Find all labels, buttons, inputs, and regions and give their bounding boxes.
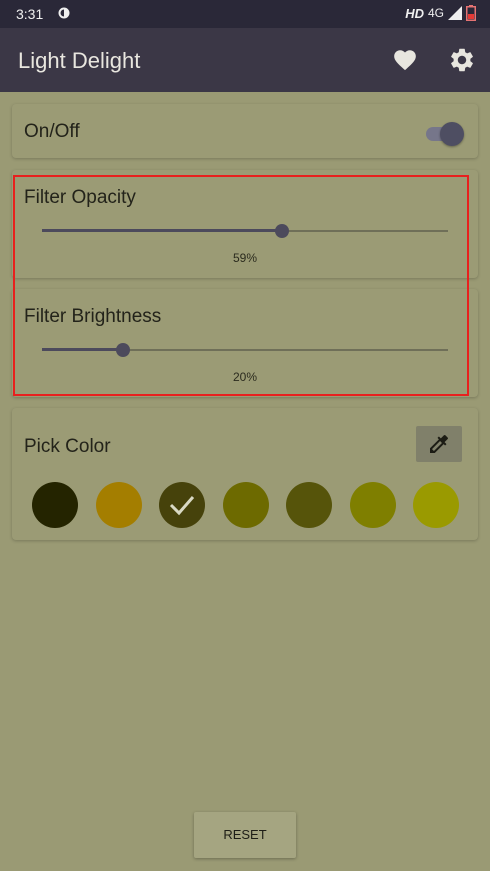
gear-icon[interactable] xyxy=(448,46,476,74)
signal-icon xyxy=(448,6,462,20)
toggle-thumb[interactable] xyxy=(440,122,464,146)
eyedropper-icon xyxy=(430,434,449,453)
reset-button[interactable]: RESET xyxy=(194,812,296,858)
slider-fill xyxy=(42,229,282,232)
slider-fill xyxy=(42,348,124,351)
brightness-icon xyxy=(58,7,70,19)
status-time: 3:31 xyxy=(16,6,44,22)
power-card: On/Off xyxy=(12,104,478,158)
filter-opacity-card: Filter Opacity 59% xyxy=(12,170,478,278)
app-title: Light Delight xyxy=(18,48,141,73)
filter-opacity-value: 59% xyxy=(232,251,258,265)
power-label: On/Off xyxy=(24,121,80,142)
hd-badge: HD xyxy=(405,5,424,21)
check-icon xyxy=(169,496,195,516)
filter-brightness-value: 20% xyxy=(232,370,258,384)
filter-brightness-card: Filter Brightness 20% xyxy=(12,289,478,397)
pick-color-card: Pick Color xyxy=(12,408,478,540)
filter-opacity-slider[interactable] xyxy=(42,223,448,239)
slider-thumb[interactable] xyxy=(116,343,131,357)
color-swatch[interactable] xyxy=(413,482,459,528)
color-swatch[interactable] xyxy=(95,482,142,528)
network-type: 4G xyxy=(427,6,444,20)
color-swatch[interactable] xyxy=(349,482,396,528)
color-swatch[interactable] xyxy=(222,482,269,528)
filter-opacity-label: Filter Opacity xyxy=(24,187,136,208)
color-picker-button[interactable] xyxy=(416,426,462,462)
color-swatches xyxy=(32,482,462,530)
heart-icon[interactable] xyxy=(392,47,418,73)
slider-thumb[interactable] xyxy=(274,224,289,238)
filter-brightness-slider[interactable] xyxy=(42,342,448,358)
color-swatch[interactable] xyxy=(32,482,78,528)
battery-icon xyxy=(466,5,476,21)
status-bar: 3:31 HD 4G xyxy=(0,0,490,28)
pick-color-label: Pick Color xyxy=(24,436,111,457)
app-bar: Light Delight xyxy=(0,28,490,92)
color-swatch[interactable] xyxy=(286,482,332,528)
power-toggle[interactable] xyxy=(424,120,464,148)
filter-brightness-label: Filter Brightness xyxy=(24,306,162,327)
color-swatch[interactable] xyxy=(159,482,205,528)
